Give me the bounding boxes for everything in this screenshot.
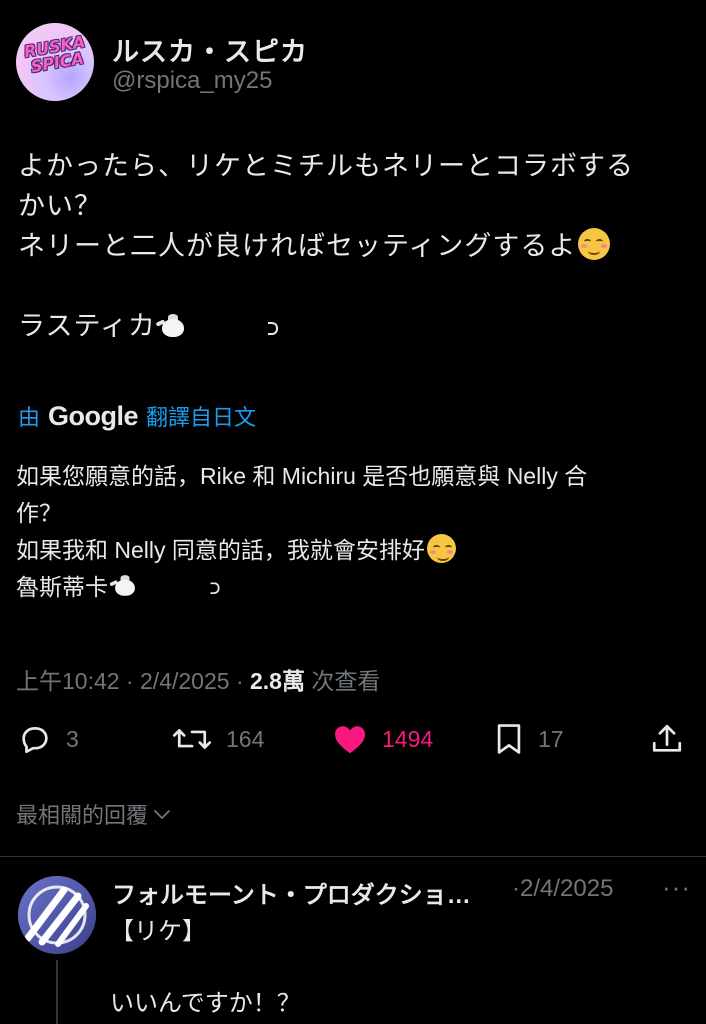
post-text-segment: ネリーと二人が良ければセッティングするよ: [18, 231, 577, 261]
heart-filled-icon: [335, 726, 365, 754]
meta-separator: ·: [235, 668, 244, 694]
teapot-emoji-icon: [109, 572, 220, 597]
formont-logo-icon: [18, 876, 96, 954]
reply-date-text: 2/4/2025: [520, 875, 614, 902]
post-text-blank: [18, 266, 698, 306]
author-display-name[interactable]: ルスカ・スピカ: [112, 30, 308, 69]
translation-line: 魯斯蒂卡: [16, 569, 696, 606]
reply-author-avatar[interactable]: [18, 876, 96, 954]
share-icon: [652, 724, 682, 752]
reply-text-line: 【リケ】: [110, 918, 206, 945]
author-avatar[interactable]: RUSKA SPICA: [16, 23, 94, 101]
reply-text-line: いいんですか！？: [110, 990, 301, 1017]
post-text-line: よかったら、リケとミチルもネリーとコラボする: [18, 151, 634, 181]
repost-count: 164: [226, 725, 265, 752]
view-count-label: 次查看: [311, 668, 381, 694]
chevron-down-icon: [154, 810, 170, 819]
translation-segment: 魯斯蒂卡: [16, 574, 108, 600]
translation-prefix: 由: [18, 405, 41, 430]
translation-text: 如果您願意的話，Rike 和 Michiru 是否也願意與 Nelly 合 作？…: [16, 458, 696, 606]
repost-button[interactable]: 164: [172, 715, 264, 763]
view-count: 2.8萬: [250, 668, 305, 694]
avatar-logo: RUSKA SPICA: [22, 32, 91, 76]
post-text-line: ラスティカ: [18, 306, 698, 346]
post-text-line: かい？: [18, 191, 102, 221]
reply-icon: [22, 727, 48, 754]
like-count: 1494: [382, 725, 434, 752]
reply-date-separator: ·: [512, 875, 520, 902]
reply-text-line: [110, 950, 690, 986]
reply-button[interactable]: 3: [18, 715, 79, 763]
thread-line: [56, 960, 58, 1024]
divider: [0, 856, 706, 857]
post-text-line: ネリーと二人が良ければセッティングするよ: [18, 226, 698, 266]
post-actions: 3 164 1494 17: [0, 715, 706, 763]
post-date[interactable]: 2/4/2025: [140, 668, 230, 694]
bookmark-button[interactable]: 17: [494, 715, 564, 763]
bookmark-count: 17: [538, 725, 564, 752]
share-button[interactable]: [650, 715, 684, 763]
reply-sort-label: 最相關的回覆: [16, 803, 149, 828]
repost-icon: [172, 729, 212, 749]
like-button[interactable]: 1494: [332, 715, 433, 763]
smiling-face-emoji-icon: [578, 228, 611, 260]
post-text-segment: ラスティカ: [18, 311, 156, 341]
translation-source-label: 翻譯自日文: [146, 405, 257, 430]
translation-line: 作？: [16, 500, 62, 526]
reply-author-name[interactable]: フォルモーント・プロダクショ…: [112, 875, 471, 910]
post-text: よかったら、リケとミチルもネリーとコラボする かい？ ネリーと二人が良ければセッ…: [18, 146, 698, 346]
smiling-face-emoji-icon: [426, 534, 456, 563]
reply-count: 3: [66, 725, 79, 752]
translation-label[interactable]: 由 Google 翻譯自日文: [18, 400, 256, 432]
author-handle[interactable]: @rspica_my25: [112, 67, 272, 95]
reply-text: 【リケ】 いいんですか！？: [110, 914, 690, 1022]
post-time[interactable]: 上午10:42: [16, 668, 120, 694]
translation-line: 如果我和 Nelly 同意的話，我就會安排好: [16, 532, 696, 569]
reply-date[interactable]: ·2/4/2025: [512, 875, 613, 903]
post-meta: 上午10:42 · 2/4/2025 · 2.8萬 次查看: [16, 662, 380, 696]
translation-segment: 如果我和 Nelly 同意的話，我就會安排好: [16, 537, 425, 563]
translation-line: 如果您願意的話，Rike 和 Michiru 是否也願意與 Nelly 合: [16, 463, 588, 489]
more-options-button[interactable]: ···: [662, 872, 691, 903]
bookmark-icon: [497, 724, 521, 754]
teapot-emoji-icon: [155, 311, 278, 339]
meta-separator: ·: [125, 668, 134, 694]
reply-sort-dropdown[interactable]: 最相關的回覆: [16, 798, 172, 830]
google-logo: Google: [48, 401, 139, 431]
